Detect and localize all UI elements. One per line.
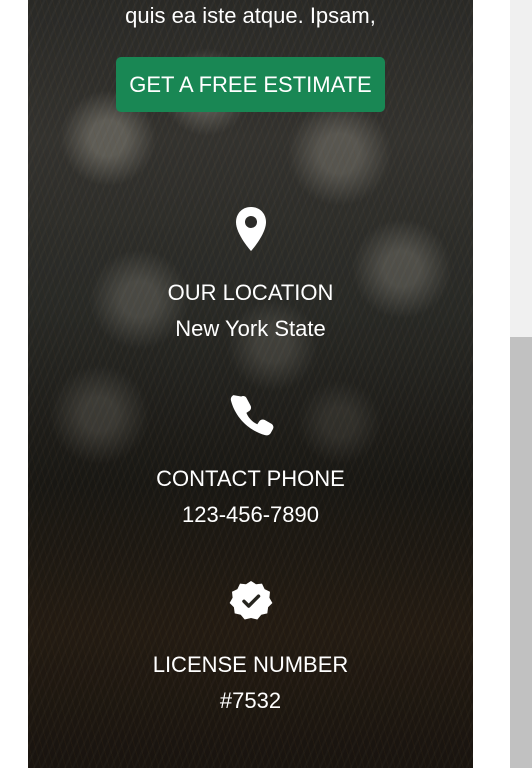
phone-icon [227, 391, 275, 439]
free-estimate-button[interactable]: GET A FREE ESTIMATE [116, 57, 385, 112]
location-value: New York State [175, 316, 326, 341]
vertical-scrollbar-track[interactable] [510, 0, 532, 768]
badge-check-icon [227, 577, 275, 625]
hero-background: quis ea iste atque. Ipsam, GET A FREE ES… [28, 0, 473, 768]
page: quis ea iste atque. Ipsam, GET A FREE ES… [0, 0, 532, 768]
location-title: OUR LOCATION [167, 280, 334, 305]
phone-title: CONTACT PHONE [156, 466, 345, 491]
license-info: LICENSE NUMBER #7532 [28, 577, 473, 719]
phone-info: CONTACT PHONE 123-456-7890 [28, 391, 473, 533]
license-title: LICENSE NUMBER [152, 652, 349, 677]
location-info: OUR LOCATION New York State [28, 205, 473, 347]
hero-text: quis ea iste atque. Ipsam, [125, 3, 376, 28]
map-pin-icon [227, 205, 275, 253]
license-value: #7532 [219, 688, 282, 713]
hero-content: quis ea iste atque. Ipsam, GET A FREE ES… [28, 0, 473, 768]
vertical-scrollbar-thumb[interactable] [510, 337, 532, 768]
phone-value: 123-456-7890 [181, 502, 319, 527]
